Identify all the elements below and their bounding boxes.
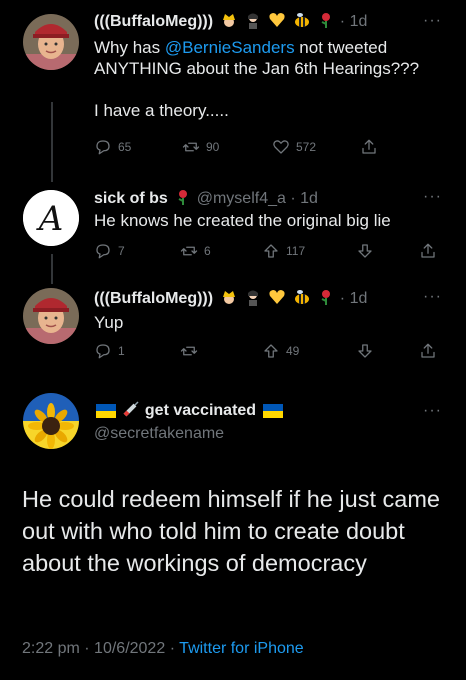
reply-icon: [96, 244, 110, 259]
princess-emoji: [220, 11, 238, 35]
yellow-heart-emoji: [268, 288, 286, 312]
reply-icon: [96, 344, 110, 359]
tweet-metadata: 2:22 pm · 10/6/2022 · Twitter for iPhone: [22, 640, 304, 658]
reply-button[interactable]: 1: [94, 342, 125, 360]
reply-tweet-3[interactable]: (((BuffaloMeg))) · 1d ··· Yup 1 49: [0, 280, 466, 380]
separator: ·: [169, 640, 176, 657]
share-button[interactable]: [360, 138, 378, 156]
separator: ·: [339, 13, 346, 30]
downvote-button[interactable]: [356, 342, 374, 360]
retweet-count: 90: [206, 140, 220, 154]
rose-emoji: [174, 188, 192, 212]
main-tweet-text: He could redeem himself if he just came …: [22, 486, 440, 576]
separator: ·: [84, 640, 90, 657]
avatar[interactable]: [23, 393, 79, 449]
timestamp[interactable]: 1d: [350, 13, 368, 30]
tweet-text: Yup: [94, 313, 124, 332]
action-bar: 65 90 572: [94, 138, 439, 160]
bee-emoji: [293, 288, 311, 312]
upvote-button[interactable]: 117: [262, 242, 305, 260]
reply-tweet-1[interactable]: (((BuffaloMeg))) · 1d ··· Why has @Berni…: [0, 0, 466, 180]
reply-count: 65: [118, 140, 132, 154]
more-options-button[interactable]: ···: [423, 288, 442, 306]
mention-link[interactable]: @BernieSanders: [165, 38, 295, 57]
reply-button[interactable]: 7: [94, 242, 125, 260]
avatar[interactable]: A: [23, 190, 79, 246]
ukraine-flag-icon: [262, 404, 283, 423]
princess-emoji: [220, 288, 238, 312]
rose-emoji: [317, 288, 335, 312]
reply-count: 1: [118, 344, 125, 358]
display-name[interactable]: get vaccinated: [145, 402, 256, 419]
avatar[interactable]: [23, 14, 79, 70]
upvote-count: 49: [286, 344, 300, 358]
arrow-up-icon: [264, 344, 278, 358]
share-icon: [421, 343, 435, 358]
avatar[interactable]: [23, 288, 79, 344]
user-handle[interactable]: @secretfakename: [94, 425, 224, 443]
reply-button[interactable]: 65: [94, 138, 131, 156]
share-icon: [421, 243, 435, 258]
retweet-button[interactable]: [180, 342, 204, 360]
upvote-count: 117: [286, 244, 306, 258]
timestamp[interactable]: 1d: [350, 290, 368, 307]
arrow-down-icon: [358, 344, 372, 358]
tweet-text: He knows he created the original big lie: [94, 211, 391, 230]
yellow-heart-emoji: [268, 11, 286, 35]
share-button[interactable]: [419, 342, 437, 360]
share-icon: [362, 139, 376, 154]
upvote-button[interactable]: 49: [262, 342, 299, 360]
bee-emoji: [293, 11, 311, 35]
action-bar: 1 49: [94, 342, 439, 364]
retweet-icon: [180, 346, 198, 356]
more-options-button[interactable]: ···: [423, 402, 442, 420]
share-button[interactable]: [419, 242, 437, 260]
ukraine-flag-icon: [96, 404, 116, 423]
arrow-up-icon: [264, 244, 278, 258]
like-button[interactable]: 572: [272, 138, 316, 156]
more-options-button[interactable]: ···: [423, 12, 442, 30]
more-options-button[interactable]: ···: [423, 188, 442, 206]
tweet-date[interactable]: 10/6/2022: [94, 640, 165, 657]
heart-icon: [273, 140, 289, 154]
action-bar: 7 6 117: [94, 242, 439, 264]
svg-text:A: A: [36, 199, 64, 239]
user-handle[interactable]: @myself4_a: [197, 190, 286, 207]
tweet-source[interactable]: Twitter for iPhone: [179, 640, 304, 657]
separator: ·: [339, 290, 346, 307]
syringe-icon: [122, 400, 140, 423]
reply-icon: [96, 140, 110, 155]
display-name[interactable]: (((BuffaloMeg))): [94, 290, 213, 307]
retweet-icon: [180, 246, 198, 256]
person-emoji: [244, 288, 262, 312]
retweet-count: 6: [204, 244, 211, 258]
retweet-icon: [182, 142, 200, 152]
retweet-button[interactable]: 90: [182, 138, 219, 156]
display-name[interactable]: (((BuffaloMeg))): [94, 13, 213, 30]
person-emoji: [244, 11, 262, 35]
tweet-text: Why has @BernieSanders not tweeted ANYTH…: [94, 38, 420, 120]
main-author[interactable]: get vaccinated: [94, 400, 283, 423]
reply-count: 7: [118, 244, 125, 258]
like-count: 572: [296, 140, 317, 154]
timestamp[interactable]: 1d: [300, 190, 318, 207]
rose-emoji: [317, 11, 335, 35]
downvote-button[interactable]: [356, 242, 374, 260]
separator: ·: [290, 190, 296, 207]
arrow-down-icon: [358, 244, 372, 258]
reply-tweet-2[interactable]: A sick of bs @myself4_a · 1d ··· He know…: [0, 180, 466, 280]
tweet-time[interactable]: 2:22 pm: [22, 640, 80, 657]
retweet-button[interactable]: 6: [180, 242, 211, 260]
display-name[interactable]: sick of bs: [94, 190, 168, 207]
